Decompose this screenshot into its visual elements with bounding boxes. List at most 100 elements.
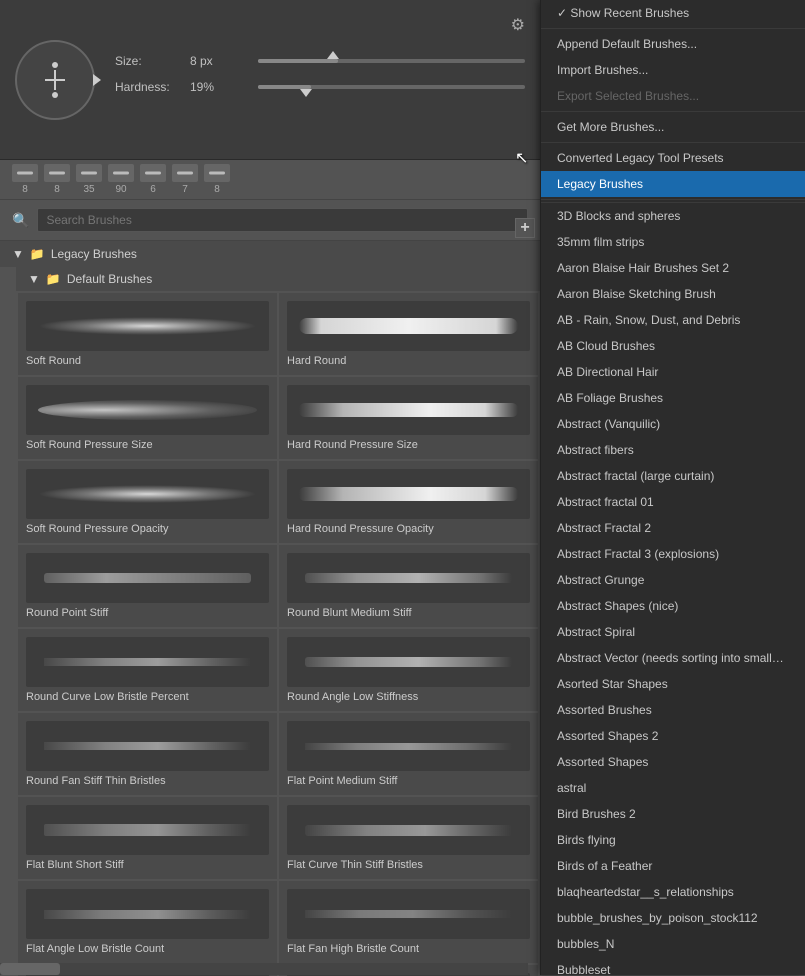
dropdown-item-aaron-hair[interactable]: Aaron Blaise Hair Brushes Set 2: [541, 255, 805, 281]
preset-item-4[interactable]: 90: [108, 164, 134, 195]
brush-stroke-ffhb: [287, 889, 530, 939]
dropdown-item-bird-brushes-2[interactable]: Bird Brushes 2: [541, 801, 805, 827]
brush-name-rbms: Round Blunt Medium Stiff: [287, 607, 412, 619]
brush-item-round-curve-low-bristle[interactable]: Round Curve Low Bristle Percent: [18, 629, 277, 711]
dropdown-item-bubble-brushes[interactable]: bubble_brushes_by_poison_stock112: [541, 905, 805, 931]
brush-name-hrpo: Hard Round Pressure Opacity: [287, 523, 434, 535]
brush-item-flat-angle-low-bristle[interactable]: Flat Angle Low Bristle Count: [18, 881, 277, 963]
default-brushes-header[interactable]: ▼ 📁 Default Brushes: [16, 267, 540, 291]
stroke-preview: [305, 910, 512, 918]
dropdown-item-ab-foliage[interactable]: AB Foliage Brushes: [541, 385, 805, 411]
dropdown-item-converted-legacy[interactable]: Converted Legacy Tool Presets: [541, 145, 805, 171]
dropdown-item-assorted-shapes-2[interactable]: Assorted Shapes 2: [541, 723, 805, 749]
stroke-preview: [305, 743, 512, 750]
brush-name-fcts: Flat Curve Thin Stiff Bristles: [287, 859, 423, 871]
dropdown-item-birds-flying[interactable]: Birds flying: [541, 827, 805, 853]
hardness-slider-thumb: [300, 89, 312, 97]
brush-item-soft-round[interactable]: Soft Round: [18, 293, 277, 375]
brush-name-rfst: Round Fan Stiff Thin Bristles: [26, 775, 166, 787]
stroke-preview: [44, 573, 251, 583]
stroke-preview: [38, 400, 257, 420]
dropdown-section-brushes: 3D Blocks and spheres 35mm film strips A…: [541, 203, 805, 975]
brush-item-hard-round-pressure-opacity[interactable]: Hard Round Pressure Opacity: [279, 461, 538, 543]
preset-item-2[interactable]: 8: [44, 164, 70, 195]
brush-item-flat-blunt-short-stiff[interactable]: Flat Blunt Short Stiff: [18, 797, 277, 879]
dropdown-item-blaqheartedstar[interactable]: blaqheartedstar__s_relationships: [541, 879, 805, 905]
left-panel: Size: 8 px Hardness: 19% ⚙ 8: [0, 0, 540, 975]
horizontal-scrollbar[interactable]: [0, 963, 528, 975]
dropdown-item-abstract-shapes-nice[interactable]: Abstract Shapes (nice): [541, 593, 805, 619]
brush-item-flat-curve-thin-stiff[interactable]: Flat Curve Thin Stiff Bristles: [279, 797, 538, 879]
stroke-preview: [38, 317, 257, 335]
dropdown-item-bubbleset[interactable]: Bubbleset: [541, 957, 805, 975]
hardness-value: 19%: [190, 80, 250, 94]
dropdown-item-35mm[interactable]: 35mm film strips: [541, 229, 805, 255]
brush-name-srps: Soft Round Pressure Size: [26, 439, 153, 451]
brush-stroke-srps: [26, 385, 269, 435]
size-row: Size: 8 px: [115, 54, 525, 68]
legacy-brushes-header[interactable]: ▼ 📁 Legacy Brushes: [0, 241, 540, 267]
dropdown-item-asorted-star[interactable]: Asorted Star Shapes: [541, 671, 805, 697]
dropdown-item-append-default[interactable]: Append Default Brushes...: [541, 31, 805, 57]
dropdown-item-abstract-grunge[interactable]: Abstract Grunge: [541, 567, 805, 593]
dropdown-item-3d-blocks[interactable]: 3D Blocks and spheres: [541, 203, 805, 229]
brush-name-soft-round: Soft Round: [26, 355, 81, 367]
preset-icon-4: [108, 164, 134, 182]
brush-item-round-blunt-medium-stiff[interactable]: Round Blunt Medium Stiff: [279, 545, 538, 627]
dropdown-item-aaron-sketch[interactable]: Aaron Blaise Sketching Brush: [541, 281, 805, 307]
preset-item-5[interactable]: 6: [140, 164, 166, 195]
brush-item-hard-round[interactable]: Hard Round: [279, 293, 538, 375]
brush-item-round-angle-low-stiffness[interactable]: Round Angle Low Stiffness: [279, 629, 538, 711]
dropdown-item-import[interactable]: Import Brushes...: [541, 57, 805, 83]
dropdown-item-abstract-fractal-2[interactable]: Abstract Fractal 2: [541, 515, 805, 541]
brush-item-hard-round-pressure-size[interactable]: Hard Round Pressure Size: [279, 377, 538, 459]
settings-icon[interactable]: ⚙: [511, 15, 525, 35]
dropdown-item-abstract-fractal-large[interactable]: Abstract fractal (large curtain): [541, 463, 805, 489]
brush-item-flat-point-medium-stiff[interactable]: Flat Point Medium Stiff: [279, 713, 538, 795]
preset-item-1[interactable]: 8: [12, 164, 38, 195]
preset-item-7[interactable]: 8: [204, 164, 230, 195]
brush-name-fbss: Flat Blunt Short Stiff: [26, 859, 124, 871]
dropdown-item-show-recent[interactable]: Show Recent Brushes: [541, 0, 805, 26]
dropdown-item-bubbles-n[interactable]: bubbles_N: [541, 931, 805, 957]
add-button[interactable]: +: [515, 218, 535, 238]
hardness-slider[interactable]: [258, 85, 525, 89]
dropdown-item-ab-rain[interactable]: AB - Rain, Snow, Dust, and Debris: [541, 307, 805, 333]
search-input[interactable]: [37, 208, 528, 232]
preset-size-3: 35: [83, 184, 94, 195]
preset-item-3[interactable]: 35: [76, 164, 102, 195]
dropdown-item-ab-cloud[interactable]: AB Cloud Brushes: [541, 333, 805, 359]
dropdown-item-ab-directional[interactable]: AB Directional Hair: [541, 359, 805, 385]
brush-item-soft-round-pressure-size[interactable]: Soft Round Pressure Size: [18, 377, 277, 459]
size-slider[interactable]: [258, 59, 525, 63]
dropdown-item-abstract-fractal-3[interactable]: Abstract Fractal 3 (explosions): [541, 541, 805, 567]
brush-item-round-point-stiff[interactable]: Round Point Stiff: [18, 545, 277, 627]
dropdown-item-abstract-vector[interactable]: Abstract Vector (needs sorting into smal…: [541, 645, 805, 671]
dropdown-item-abstract-fractal-01[interactable]: Abstract fractal 01: [541, 489, 805, 515]
brush-presets-bar: 8 8 35 90 6 7 8: [0, 160, 540, 200]
brush-item-flat-fan-high-bristle[interactable]: Flat Fan High Bristle Count: [279, 881, 538, 963]
dropdown-item-abstract-fibers[interactable]: Abstract fibers: [541, 437, 805, 463]
dropdown-item-birds-feather[interactable]: Birds of a Feather: [541, 853, 805, 879]
stroke-preview: [305, 573, 512, 583]
dropdown-item-abstract-spiral[interactable]: Abstract Spiral: [541, 619, 805, 645]
right-panel-dropdown: Show Recent Brushes Append Default Brush…: [540, 0, 805, 975]
brush-name-srpo: Soft Round Pressure Opacity: [26, 523, 168, 535]
dropdown-item-assorted-brushes[interactable]: Assorted Brushes: [541, 697, 805, 723]
brush-item-soft-round-pressure-opacity[interactable]: Soft Round Pressure Opacity: [18, 461, 277, 543]
stroke-preview: [44, 658, 251, 666]
dropdown-item-legacy-brushes[interactable]: Legacy Brushes: [541, 171, 805, 197]
preset-item-6[interactable]: 7: [172, 164, 198, 195]
dropdown-item-abstract-vanquilic[interactable]: Abstract (Vanquilic): [541, 411, 805, 437]
dropdown-item-get-more[interactable]: Get More Brushes...: [541, 114, 805, 140]
stroke-preview: [44, 824, 251, 836]
size-value: 8 px: [190, 54, 250, 68]
search-icon: 🔍: [12, 212, 29, 229]
brush-controls: Size: 8 px Hardness: 19%: [115, 54, 525, 106]
dropdown-item-astral[interactable]: astral: [541, 775, 805, 801]
brush-stroke-rclb: [26, 637, 269, 687]
brush-item-round-fan-stiff-thin[interactable]: Round Fan Stiff Thin Bristles: [18, 713, 277, 795]
separator: [541, 28, 805, 29]
brush-stroke-soft-round: [26, 301, 269, 351]
dropdown-item-assorted-shapes[interactable]: Assorted Shapes: [541, 749, 805, 775]
